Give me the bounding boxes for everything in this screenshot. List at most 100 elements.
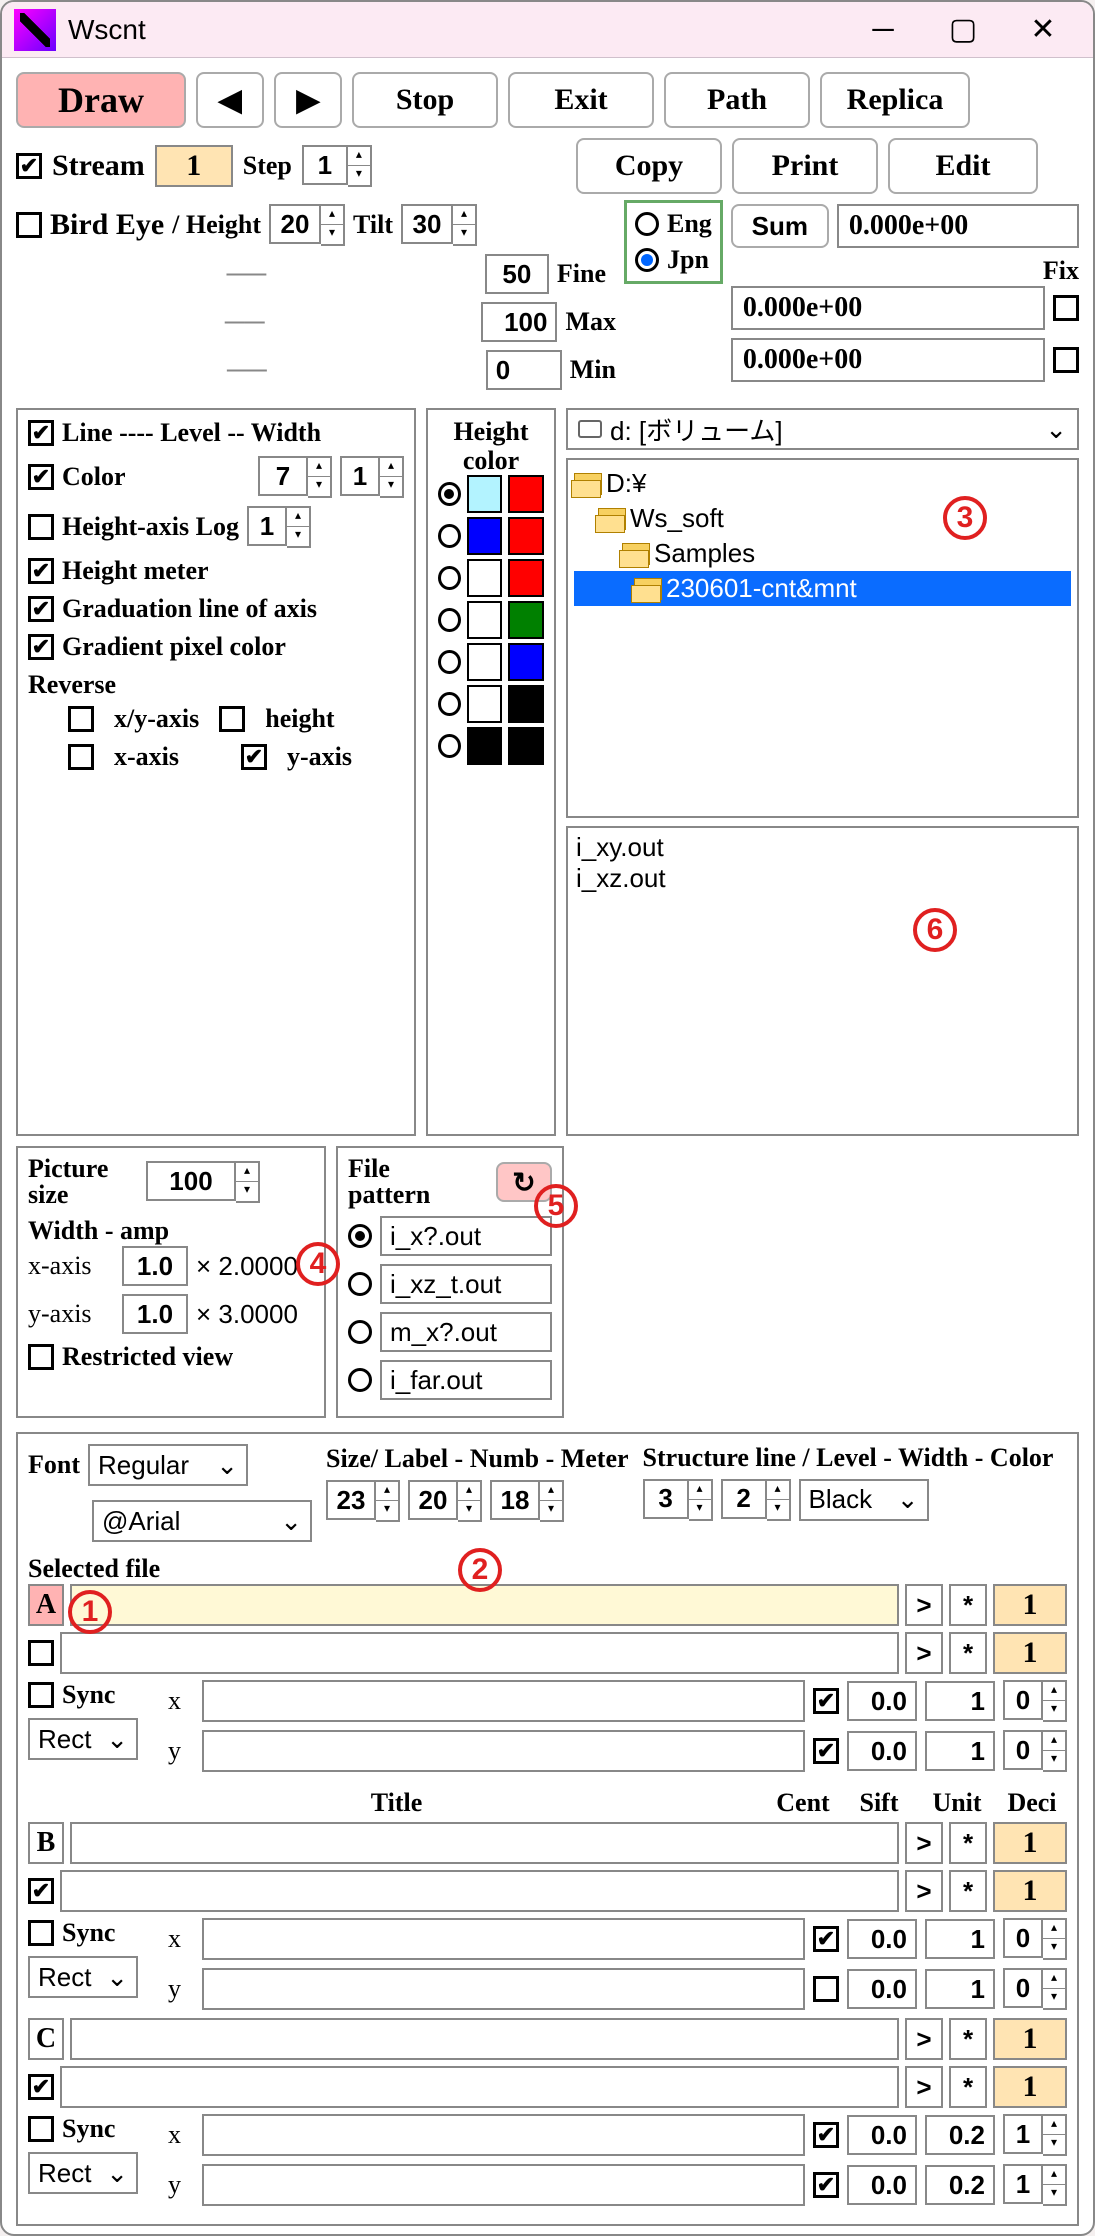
x-deci-A[interactable]: 0 <box>1003 1680 1043 1720</box>
x-cent-A[interactable]: 0.0 <box>847 1681 917 1721</box>
hlog-checkbox[interactable] <box>28 514 54 540</box>
height-spinner[interactable]: ▴▾ <box>321 204 345 246</box>
step-spinner[interactable]: ▴▾ <box>348 145 372 187</box>
x-cent-B[interactable]: 0.0 <box>847 1919 917 1959</box>
hmeter-checkbox[interactable]: ✔ <box>28 558 54 584</box>
print-button[interactable]: Print <box>732 138 878 194</box>
x-input-A[interactable] <box>202 1680 805 1722</box>
sync-chk-A[interactable] <box>28 1682 54 1708</box>
path-button[interactable]: Path <box>664 72 810 128</box>
x-sift-A[interactable]: 1 <box>925 1681 995 1721</box>
copy-button[interactable]: Copy <box>576 138 722 194</box>
hcolor-sw1-2[interactable] <box>467 559 503 597</box>
x-sift-C[interactable]: 0.2 <box>925 2115 995 2155</box>
x-deci-C[interactable]: 1 <box>1003 2114 1043 2154</box>
size-label-val[interactable]: 23 <box>326 1480 376 1520</box>
y-chk-C[interactable]: ✔ <box>813 2172 839 2198</box>
maximize-button[interactable]: ▢ <box>943 10 983 50</box>
x-deci-spin-C[interactable]: ▴▾ <box>1043 2114 1067 2156</box>
file-star-B-1[interactable]: * <box>949 1822 987 1864</box>
file-item[interactable]: i_xy.out <box>576 832 1069 863</box>
font-family-select[interactable]: @Arial⌄ <box>92 1500 312 1542</box>
grad-checkbox[interactable]: ✔ <box>28 596 54 622</box>
hlog-value[interactable]: 1 <box>247 506 287 546</box>
max-input[interactable]: 100 <box>481 302 557 342</box>
fpat-opt-0[interactable]: i_x?.out <box>380 1216 552 1256</box>
size3-spin[interactable]: ▴▾ <box>540 1480 564 1522</box>
lang-eng-radio[interactable] <box>635 212 659 236</box>
struct-color-select[interactable]: Black⌄ <box>799 1479 929 1521</box>
y-deci-spin-C[interactable]: ▴▾ <box>1043 2164 1067 2206</box>
color-level-spin[interactable]: ▴▾ <box>308 456 332 498</box>
file-star-B-2[interactable]: * <box>949 1870 987 1912</box>
birdeye-checkbox[interactable] <box>16 212 42 238</box>
rev-xy-checkbox[interactable] <box>68 706 94 732</box>
height-value[interactable]: 20 <box>269 204 321 244</box>
file-chk-C-2[interactable]: ✔ <box>28 2074 54 2100</box>
size2-spin[interactable]: ▴▾ <box>458 1480 482 1522</box>
x-deci-spin-B[interactable]: ▴▾ <box>1043 1918 1067 1960</box>
tree-item-selected[interactable]: 230601-cnt&mnt <box>666 573 857 604</box>
hcolor-sw2-2[interactable] <box>508 559 544 597</box>
x-input-C[interactable] <box>202 2114 805 2156</box>
file-gt-A-1[interactable]: > <box>905 1584 943 1626</box>
y-cent-C[interactable]: 0.0 <box>847 2165 917 2205</box>
x-chk-C[interactable]: ✔ <box>813 2122 839 2148</box>
file-star-C-1[interactable]: * <box>949 2018 987 2060</box>
hlog-spin[interactable]: ▴▾ <box>287 506 311 548</box>
hcolor-sw2-1[interactable] <box>508 517 544 555</box>
struct-lv-spin[interactable]: ▴▾ <box>689 1479 713 1521</box>
fpat-opt-1[interactable]: i_xz_t.out <box>380 1264 552 1304</box>
fpat-radio-3[interactable] <box>348 1368 372 1392</box>
file-star-A-1[interactable]: * <box>949 1584 987 1626</box>
y-deci-spin-B[interactable]: ▴▾ <box>1043 1968 1067 2010</box>
size-numb-val[interactable]: 20 <box>408 1480 458 1520</box>
fpat-opt-2[interactable]: m_x?.out <box>380 1312 552 1352</box>
hcolor-sw2-3[interactable] <box>508 601 544 639</box>
sync-chk-C[interactable] <box>28 2116 54 2142</box>
color-checkbox[interactable]: ✔ <box>28 464 54 490</box>
y-sift-C[interactable]: 0.2 <box>925 2165 995 2205</box>
file-gt-C-1[interactable]: > <box>905 2018 943 2060</box>
file-chk-B-2[interactable]: ✔ <box>28 1878 54 1904</box>
hcolor-sw2-5[interactable] <box>508 685 544 723</box>
shape-select-C[interactable]: Rect⌄ <box>28 2152 138 2194</box>
drive-select[interactable]: d: [ボリューム] ⌄ <box>566 408 1079 450</box>
fix-min-checkbox[interactable] <box>1053 347 1079 373</box>
sum-button[interactable]: Sum <box>731 204 829 248</box>
rev-x-checkbox[interactable] <box>68 744 94 770</box>
tilt-spinner[interactable]: ▴▾ <box>453 204 477 246</box>
tree-item[interactable]: Ws_soft <box>630 503 724 534</box>
yaxis-value[interactable]: 1.0 <box>122 1294 188 1334</box>
fpat-opt-3[interactable]: i_far.out <box>380 1360 552 1400</box>
hcolor-radio-1[interactable] <box>438 524 461 548</box>
color-level[interactable]: 7 <box>258 456 308 496</box>
shape-select-B[interactable]: Rect⌄ <box>28 1956 138 1998</box>
step-value[interactable]: 1 <box>302 145 348 185</box>
y-cent-B[interactable]: 0.0 <box>847 1969 917 2009</box>
hcolor-sw2-4[interactable] <box>508 643 544 681</box>
color-width[interactable]: 1 <box>340 456 380 496</box>
file-star-A-2[interactable]: * <box>949 1632 987 1674</box>
hcolor-radio-0[interactable] <box>438 482 461 506</box>
y-sift-A[interactable]: 1 <box>925 1731 995 1771</box>
file-input-A-2[interactable] <box>60 1632 899 1674</box>
y-cent-A[interactable]: 0.0 <box>847 1731 917 1771</box>
tree-item[interactable]: D:¥ <box>606 468 646 499</box>
hcolor-radio-5[interactable] <box>438 692 461 716</box>
rev-h-checkbox[interactable] <box>219 706 245 732</box>
file-item[interactable]: i_xz.out <box>576 863 1069 894</box>
x-input-B[interactable] <box>202 1918 805 1960</box>
hcolor-sw1-5[interactable] <box>467 685 503 723</box>
min-input[interactable]: 0 <box>486 350 562 390</box>
y-deci-C[interactable]: 1 <box>1003 2164 1043 2204</box>
edit-button[interactable]: Edit <box>888 138 1038 194</box>
y-input-A[interactable] <box>202 1730 805 1772</box>
reload-button[interactable]: ↻ <box>496 1162 552 1202</box>
struct-level[interactable]: 3 <box>643 1479 689 1519</box>
stop-button[interactable]: Stop <box>352 72 498 128</box>
file-input-B-1[interactable] <box>70 1822 899 1864</box>
hcolor-radio-2[interactable] <box>438 566 461 590</box>
file-gt-B-2[interactable]: > <box>905 1870 943 1912</box>
x-cent-C[interactable]: 0.0 <box>847 2115 917 2155</box>
